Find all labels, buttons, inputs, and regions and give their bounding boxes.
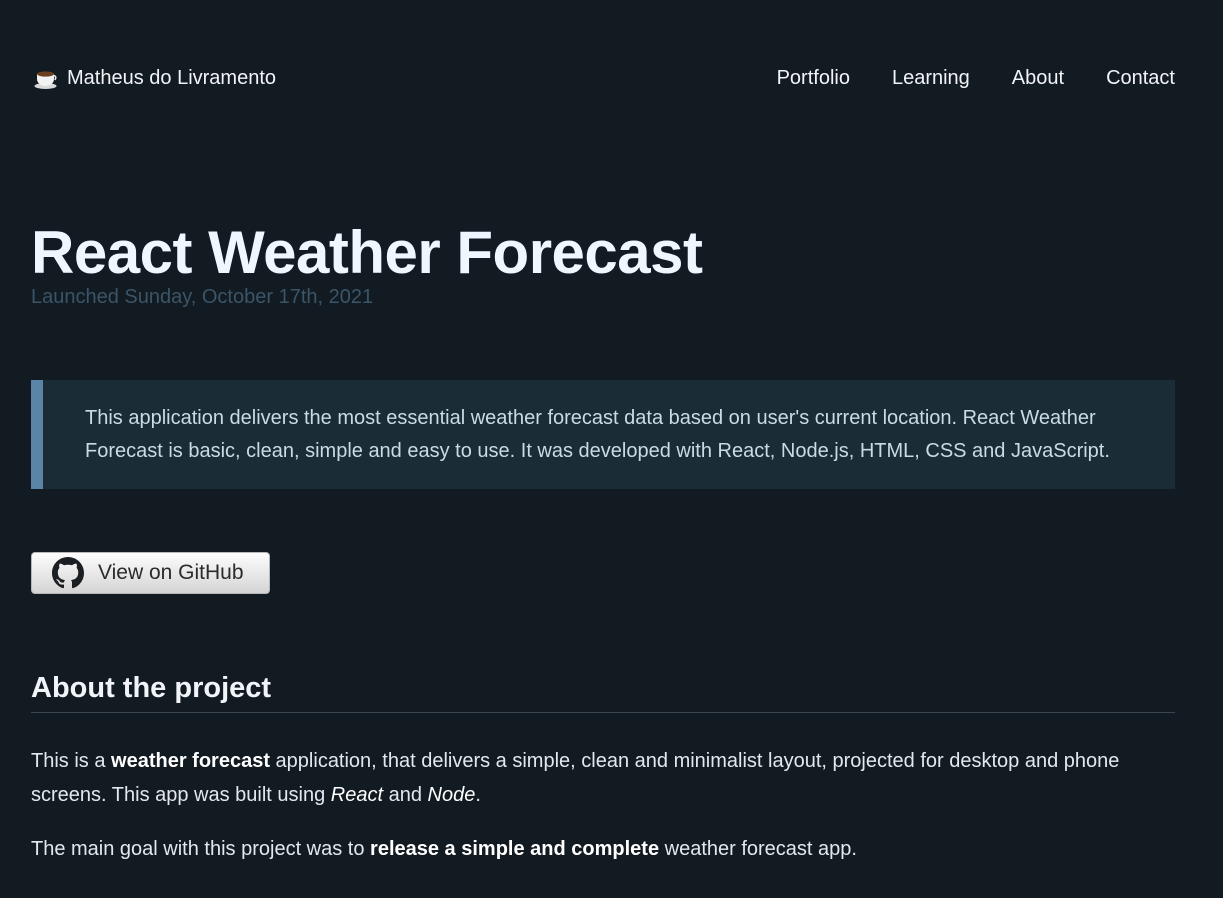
nav-about[interactable]: About <box>1012 67 1064 90</box>
about-paragraph-2: The main goal with this project was to r… <box>31 832 1175 866</box>
main-nav: Portfolio Learning About Contact <box>777 67 1175 90</box>
view-on-github-button[interactable]: View on GitHub <box>31 552 270 594</box>
nav-learning[interactable]: Learning <box>892 67 970 90</box>
text-span: The main goal with this project was to <box>31 838 371 860</box>
bold-text: weather forecast <box>111 750 270 772</box>
italic-text: Node <box>427 784 476 806</box>
site-header: Matheus do Livramento Portfolio Learning… <box>34 58 1175 98</box>
text-span: and <box>383 784 428 806</box>
nav-contact[interactable]: Contact <box>1106 67 1175 90</box>
nav-portfolio[interactable]: Portfolio <box>777 67 850 90</box>
launch-date: Launched Sunday, October 17th, 2021 <box>31 286 374 308</box>
bold-text: release a simple and complete <box>370 838 660 860</box>
github-button-label: View on GitHub <box>98 561 244 584</box>
github-icon <box>52 557 84 589</box>
brand-name: Matheus do Livramento <box>67 66 277 89</box>
project-summary: This application delivers the most essen… <box>31 380 1175 489</box>
brand-link[interactable]: Matheus do Livramento <box>34 67 276 90</box>
page: Matheus do Livramento Portfolio Learning… <box>0 0 1223 898</box>
italic-text: React <box>330 784 384 806</box>
coffee-cup-icon <box>34 67 57 89</box>
about-heading: About the project <box>31 672 1175 713</box>
about-paragraph-1: This is a weather forecast application, … <box>31 744 1175 812</box>
page-title: React Weather Forecast <box>31 219 703 286</box>
text-span: weather forecast app. <box>659 838 857 860</box>
text-span: This is a <box>31 750 112 772</box>
text-span: . <box>475 784 481 806</box>
